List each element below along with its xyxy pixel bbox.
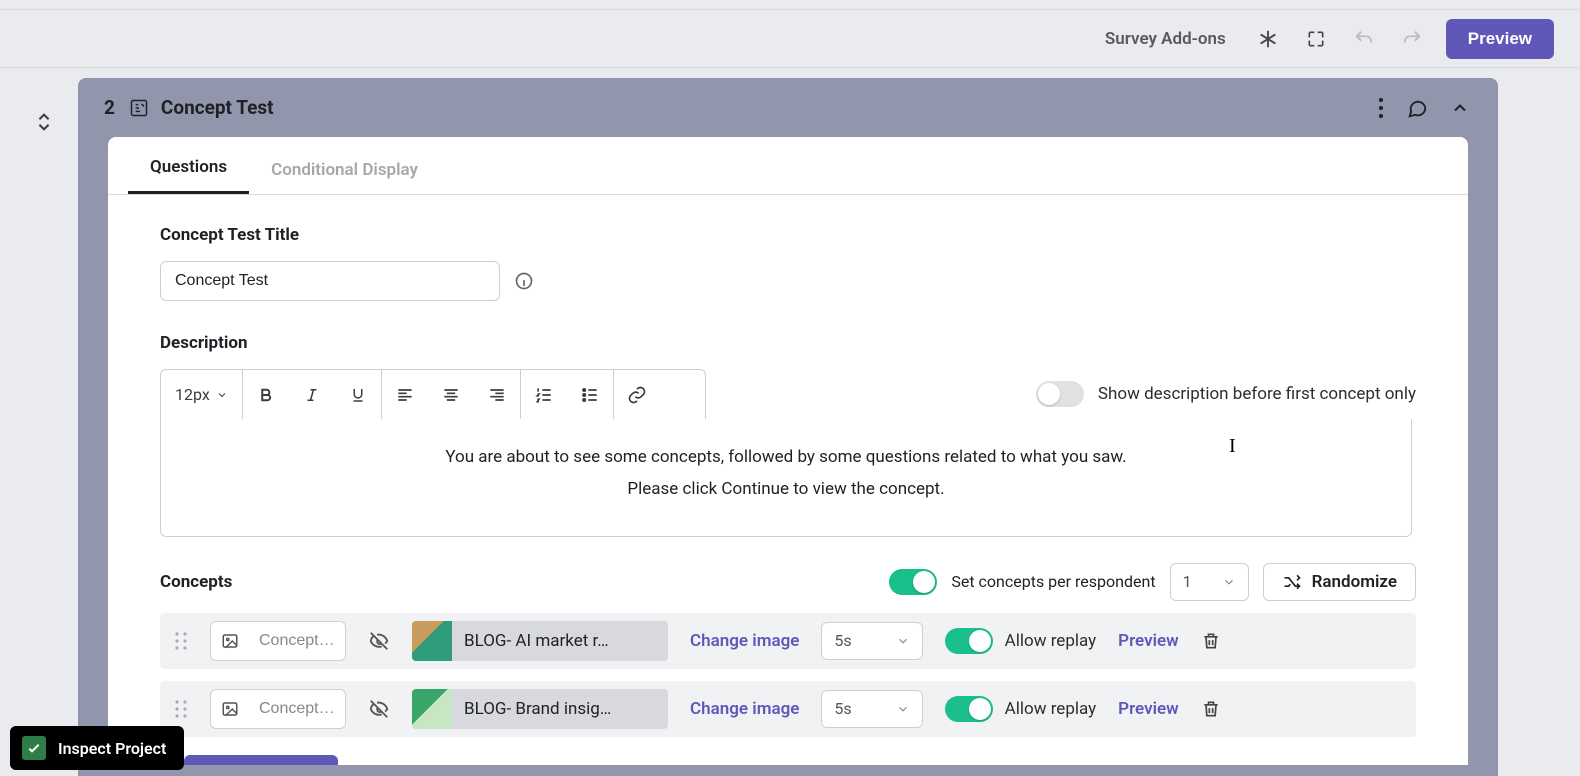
font-size-select[interactable]: 12px — [161, 370, 242, 419]
align-right-icon[interactable] — [474, 370, 520, 419]
show-description-once-label: Show description before first concept on… — [1098, 384, 1416, 404]
content: Concept Test Title Description — [108, 195, 1468, 765]
set-per-respondent-toggle[interactable] — [889, 569, 937, 595]
panel-title: Concept Test — [161, 96, 274, 119]
drag-handle-icon[interactable] — [174, 631, 188, 651]
description-label: Description — [160, 333, 1416, 353]
redo-icon[interactable] — [1398, 25, 1426, 53]
duration-select[interactable]: 5s — [821, 622, 922, 660]
align-center-icon[interactable] — [428, 370, 474, 419]
preview-button[interactable]: Preview — [1446, 19, 1554, 59]
project-icon — [22, 736, 46, 760]
inspect-project-button[interactable]: Inspect Project — [10, 726, 184, 770]
expand-icon[interactable] — [1302, 25, 1330, 53]
panel-body: Questions Conditional Display Concept Te… — [108, 137, 1468, 765]
description-line-2: Please click Continue to view the concep… — [179, 473, 1393, 505]
comment-icon[interactable] — [1406, 97, 1428, 119]
tab-conditional-display[interactable]: Conditional Display — [249, 144, 440, 194]
align-left-icon[interactable] — [382, 370, 428, 419]
image-icon — [211, 632, 249, 650]
image-icon — [211, 700, 249, 718]
concept-preview-link[interactable]: Preview — [1118, 699, 1179, 719]
allow-replay-label: Allow replay — [1005, 699, 1097, 719]
survey-addons-link[interactable]: Survey Add-ons — [1105, 29, 1226, 49]
allow-replay-toggle[interactable] — [945, 628, 993, 654]
concept-thumbnail — [412, 621, 452, 661]
concept-preview-link[interactable]: Preview — [1118, 631, 1179, 651]
randomize-button[interactable]: Randomize — [1263, 563, 1416, 601]
delete-icon[interactable] — [1201, 631, 1221, 651]
description-line-1: You are about to see some concepts, foll… — [179, 441, 1393, 473]
top-divider — [0, 0, 1580, 10]
description-editor[interactable]: You are about to see some concepts, foll… — [160, 419, 1412, 537]
collapse-icon[interactable] — [1450, 98, 1470, 118]
link-icon[interactable] — [614, 370, 660, 419]
concept-name-chip — [210, 689, 346, 729]
question-number: 2 — [104, 96, 115, 119]
concept-file-chip: BLOG- Brand insig… — [412, 689, 668, 729]
unordered-list-icon[interactable] — [567, 370, 613, 419]
concepts-header: Concepts Set concepts per respondent 1 R… — [160, 563, 1416, 601]
question-panel: 2 Concept Test Questions Conditional — [78, 78, 1498, 776]
reorder-handle[interactable] — [10, 78, 78, 776]
rich-text-toolbar: 12px — [160, 369, 706, 419]
main-area: 2 Concept Test Questions Conditional — [0, 68, 1580, 776]
more-menu-icon[interactable] — [1378, 97, 1384, 119]
concept-name-chip — [210, 621, 346, 661]
ordered-list-icon[interactable] — [521, 370, 567, 419]
concepts-label: Concepts — [160, 572, 232, 592]
italic-icon[interactable] — [289, 370, 335, 419]
concept-test-icon — [129, 98, 149, 118]
concept-filename: BLOG- AI market r… — [464, 631, 609, 651]
title-label: Concept Test Title — [160, 225, 1416, 245]
concept-name-input[interactable] — [249, 622, 345, 660]
undo-icon[interactable] — [1350, 25, 1378, 53]
asterisk-icon[interactable] — [1254, 25, 1282, 53]
concept-name-input[interactable] — [249, 690, 345, 728]
hide-icon[interactable] — [368, 698, 390, 720]
bold-icon[interactable] — [243, 370, 289, 419]
show-description-once-toggle[interactable] — [1036, 381, 1084, 407]
change-image-link[interactable]: Change image — [690, 699, 799, 719]
concept-row: BLOG- Brand insig… Change image 5s Allow… — [160, 681, 1416, 737]
set-per-respondent-label: Set concepts per respondent — [951, 572, 1155, 591]
info-icon[interactable] — [514, 271, 534, 291]
duration-select[interactable]: 5s — [821, 690, 922, 728]
app-toolbar: Survey Add-ons Preview — [0, 10, 1580, 68]
tabs: Questions Conditional Display — [108, 137, 1468, 195]
allow-replay-toggle[interactable] — [945, 696, 993, 722]
tab-questions[interactable]: Questions — [128, 141, 249, 194]
hide-icon[interactable] — [368, 630, 390, 652]
text-cursor-icon: I — [1229, 435, 1236, 458]
concept-filename: BLOG- Brand insig… — [464, 699, 611, 719]
concept-thumbnail — [412, 689, 452, 729]
add-concept-button[interactable]: Add Concept — [184, 755, 338, 765]
change-image-link[interactable]: Change image — [690, 631, 799, 651]
concepts-per-respondent-select[interactable]: 1 — [1170, 563, 1249, 601]
concept-file-chip: BLOG- AI market r… — [412, 621, 668, 661]
panel-header: 2 Concept Test — [78, 78, 1498, 137]
concept-title-input[interactable] — [160, 261, 500, 301]
drag-handle-icon[interactable] — [174, 699, 188, 719]
underline-icon[interactable] — [335, 370, 381, 419]
concept-row: BLOG- AI market r… Change image 5s Allow… — [160, 613, 1416, 669]
allow-replay-label: Allow replay — [1005, 631, 1097, 651]
delete-icon[interactable] — [1201, 699, 1221, 719]
